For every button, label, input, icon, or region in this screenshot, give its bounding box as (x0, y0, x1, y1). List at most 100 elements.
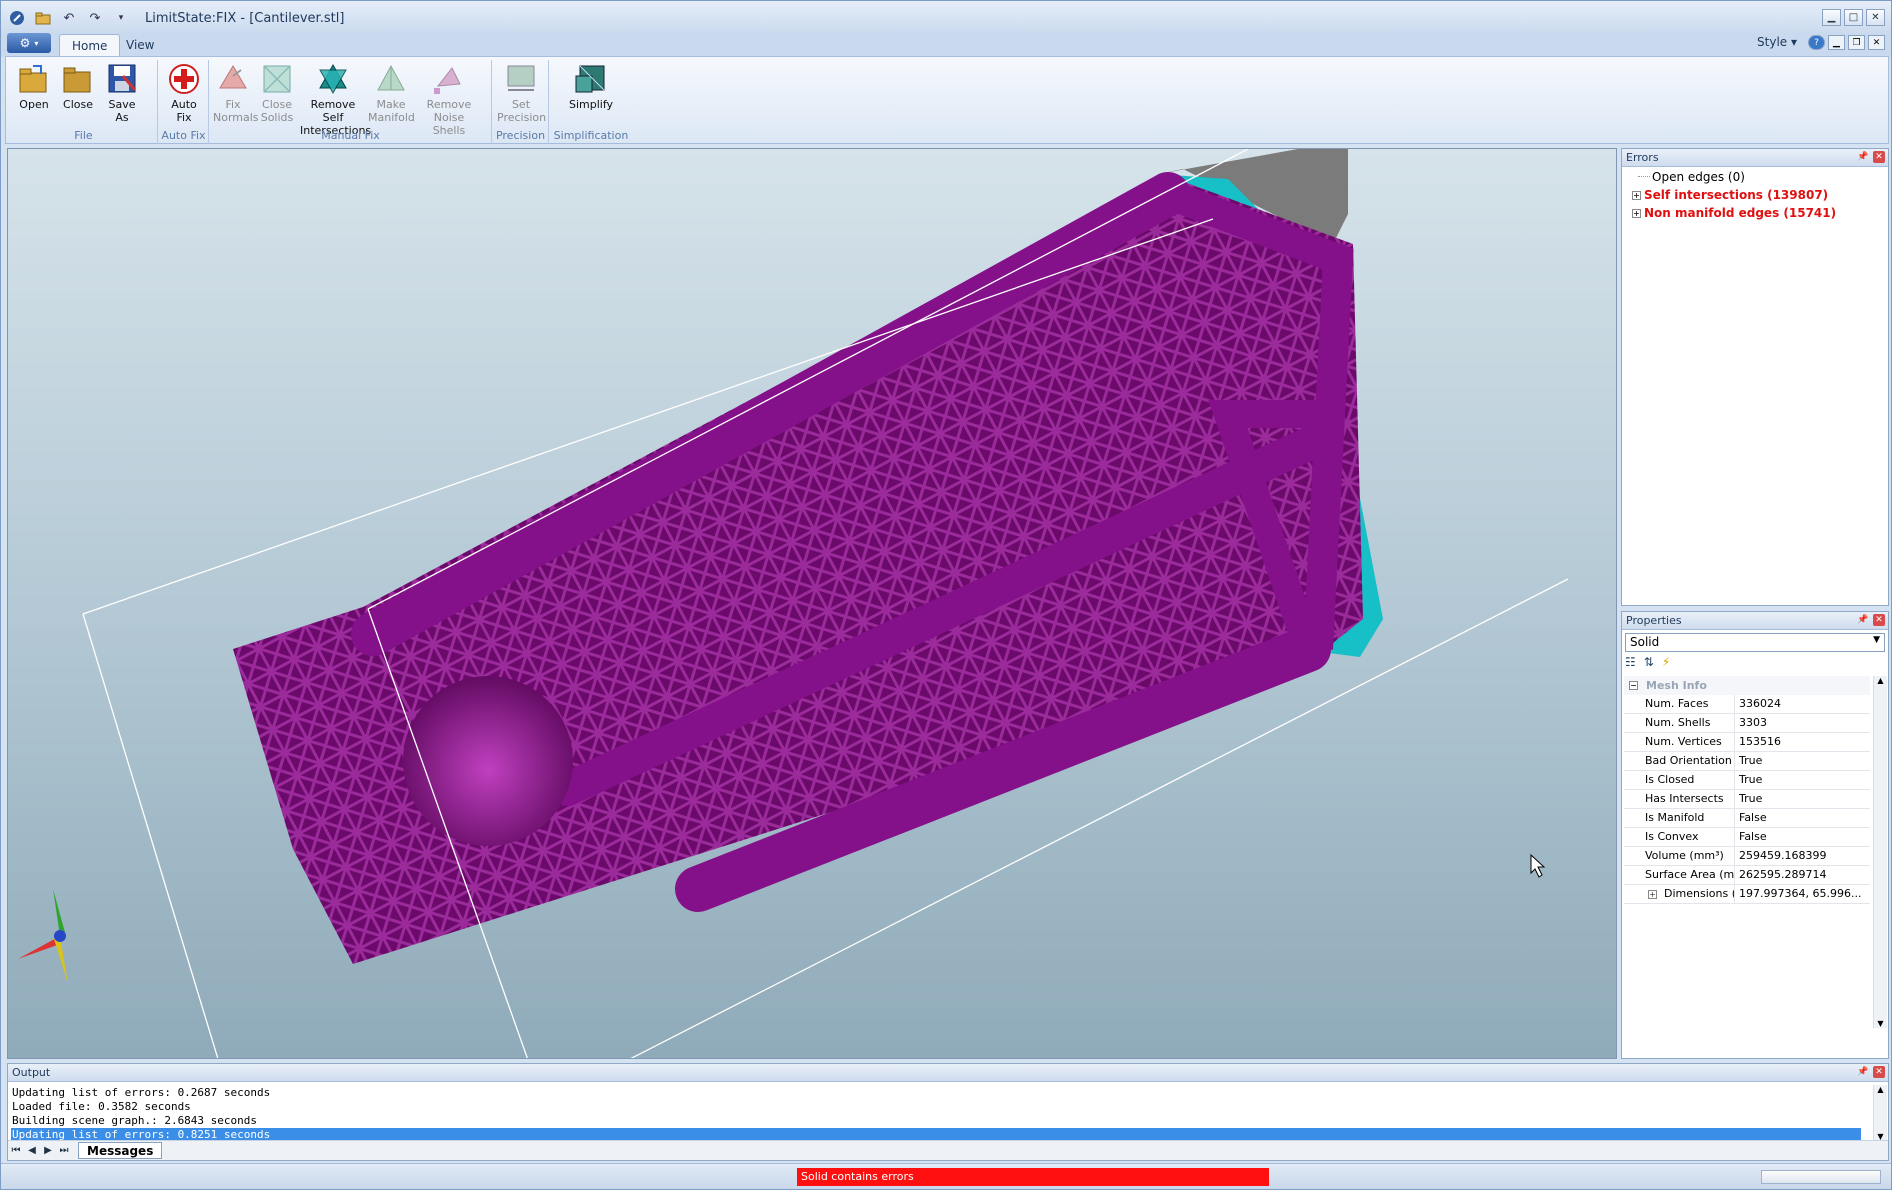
error-item-non-manifold[interactable]: + Non manifold edges (15741) (1632, 206, 1836, 220)
app-logo-icon[interactable] (7, 8, 27, 28)
save-as-button[interactable]: Save As (102, 62, 142, 124)
tab-home[interactable]: Home (59, 34, 121, 57)
application-menu-button[interactable]: ⚙ ▾ (7, 33, 51, 53)
properties-panel: Properties 📌 ✕ Solid ▼ ☷ ⇅ ⚡ − Mesh Info… (1621, 611, 1889, 1059)
simplify-button[interactable]: Simplify (564, 62, 618, 111)
property-row[interactable]: Has Intersects True (1624, 790, 1870, 809)
open-button[interactable]: Open (14, 62, 54, 111)
quick-open-icon[interactable] (33, 8, 53, 28)
property-name: Dimensions (... (1624, 885, 1735, 903)
close-solids-button[interactable]: Close Solids (256, 62, 298, 124)
property-row[interactable]: Num. Shells 3303 (1624, 714, 1870, 733)
property-row[interactable]: Volume (mm³) 259459.168399 (1624, 847, 1870, 866)
group-label-manual-fix: Manual Fix (321, 129, 380, 142)
property-value: 153516 (1739, 735, 1781, 748)
make-manifold-label: Make Manifold (368, 98, 415, 124)
window-title: LimitState:FIX - [Cantilever.stl] (145, 10, 345, 26)
ribbon-group-precision: Set Precision Precision (493, 60, 549, 144)
properties-scrollbar[interactable]: ▲ ▼ (1873, 676, 1887, 1028)
mdi-close-button[interactable]: ✕ (1868, 35, 1885, 50)
collapse-icon[interactable]: − (1629, 681, 1638, 690)
fix-normals-button[interactable]: Fix Normals (212, 62, 259, 124)
output-scrollbar[interactable]: ▲ ▼ (1873, 1085, 1887, 1141)
properties-panel-header: Properties 📌 ✕ (1622, 612, 1888, 630)
property-row[interactable]: Is Manifold False (1624, 809, 1870, 828)
scroll-up-icon[interactable]: ▲ (1874, 676, 1887, 685)
property-row[interactable]: Bad Orientation True (1624, 752, 1870, 771)
properties-close-button[interactable]: ✕ (1873, 614, 1885, 626)
property-name: Num. Vertices (1624, 733, 1735, 751)
save-icon (105, 62, 139, 96)
minimize-button[interactable]: ▁ (1822, 9, 1841, 26)
maximize-button[interactable]: □ (1844, 9, 1863, 26)
output-panel-header: Output 📌 ✕ (8, 1064, 1888, 1082)
property-row[interactable]: Surface Area (mm²) 262595.289714 (1624, 866, 1870, 885)
sort-alphabetical-icon[interactable]: ⇅ (1644, 655, 1654, 673)
close-button[interactable]: Close (58, 62, 98, 111)
error-label-self-intersections: Self intersections (139807) (1644, 188, 1829, 202)
output-tab-strip: ⏮ ◀ ▶ ⏭ Messages (8, 1140, 1888, 1160)
events-icon[interactable]: ⚡ (1662, 655, 1670, 673)
group-label-file: File (74, 129, 93, 142)
property-value: 262595.289714 (1739, 868, 1827, 881)
object-select[interactable]: Solid ▼ (1625, 633, 1885, 652)
last-page-icon[interactable]: ⏭ (56, 1145, 72, 1156)
property-row[interactable]: Is Convex False (1624, 828, 1870, 847)
property-row[interactable]: Is Closed True (1624, 771, 1870, 790)
mdi-restore-button[interactable]: ❐ (1848, 35, 1865, 50)
remove-self-intersections-button[interactable]: Remove Self Intersections (300, 62, 371, 137)
help-icon[interactable]: ? (1808, 35, 1825, 50)
categorized-icon[interactable]: ☷ (1625, 655, 1636, 673)
close-window-button[interactable]: ✕ (1866, 9, 1885, 26)
prev-page-icon[interactable]: ◀ (24, 1145, 40, 1156)
error-label-non-manifold: Non manifold edges (15741) (1644, 206, 1837, 220)
precision-icon (504, 62, 538, 96)
mdi-minimize-button[interactable]: ▁ (1828, 35, 1845, 50)
property-name: Is Manifold (1624, 809, 1735, 827)
property-category[interactable]: − Mesh Info (1624, 676, 1870, 695)
tab-messages[interactable]: Messages (78, 1142, 163, 1159)
status-bar: Solid contains errors (1, 1163, 1891, 1189)
log-line[interactable]: Loaded file: 0.3582 seconds (11, 1100, 1861, 1114)
log-line[interactable]: Updating list of errors: 0.2687 seconds (11, 1086, 1861, 1100)
redo-icon[interactable]: ↷ (85, 8, 105, 28)
3d-viewport[interactable] (7, 148, 1617, 1059)
first-page-icon[interactable]: ⏮ (8, 1145, 24, 1156)
set-precision-button[interactable]: Set Precision (497, 62, 546, 124)
close-label: Close (63, 98, 93, 111)
quick-access-dropdown-icon[interactable]: ▾ (111, 8, 131, 28)
pin-icon[interactable]: 📌 (1857, 614, 1869, 626)
error-item-open-edges[interactable]: Open edges (0) (1638, 170, 1745, 184)
undo-icon[interactable]: ↶ (59, 8, 79, 28)
scroll-down-icon[interactable]: ▼ (1874, 1019, 1887, 1028)
model-render (18, 149, 1569, 1058)
expand-icon[interactable]: + (1648, 890, 1657, 899)
style-dropdown[interactable]: Style ▾ (1757, 35, 1797, 49)
expand-icon[interactable]: + (1632, 191, 1641, 200)
error-label-open-edges: Open edges (0) (1652, 170, 1745, 184)
error-item-self-intersections[interactable]: + Self intersections (139807) (1632, 188, 1828, 202)
property-row[interactable]: Num. Faces 336024 (1624, 695, 1870, 714)
auto-fix-button[interactable]: Auto Fix (164, 62, 204, 124)
property-row[interactable]: Num. Vertices 153516 (1624, 733, 1870, 752)
output-close-button[interactable]: ✕ (1873, 1066, 1885, 1078)
log-line[interactable]: Building scene graph.: 2.6843 seconds (11, 1114, 1861, 1128)
property-name: Num. Shells (1624, 714, 1735, 732)
axis-gizmo (18, 889, 68, 984)
pin-icon[interactable]: 📌 (1857, 151, 1869, 163)
mouse-cursor-icon (1530, 853, 1546, 878)
output-log[interactable]: Updating list of errors: 0.2687 seconds … (11, 1086, 1861, 1142)
property-name: Has Intersects (1624, 790, 1735, 808)
property-value: False (1739, 830, 1767, 843)
tab-view[interactable]: View (114, 34, 166, 57)
pin-icon[interactable]: 📌 (1857, 1066, 1869, 1078)
property-value: True (1739, 754, 1763, 767)
next-page-icon[interactable]: ▶ (40, 1145, 56, 1156)
property-row[interactable]: +Dimensions (... 197.997364, 65.996... (1624, 885, 1870, 904)
errors-close-button[interactable]: ✕ (1873, 151, 1885, 163)
remove-noise-shells-button[interactable]: Remove Noise Shells (416, 62, 482, 137)
style-label: Style (1757, 35, 1788, 49)
scroll-up-icon[interactable]: ▲ (1874, 1085, 1887, 1094)
expand-icon[interactable]: + (1632, 209, 1641, 218)
make-manifold-button[interactable]: Make Manifold (368, 62, 415, 124)
